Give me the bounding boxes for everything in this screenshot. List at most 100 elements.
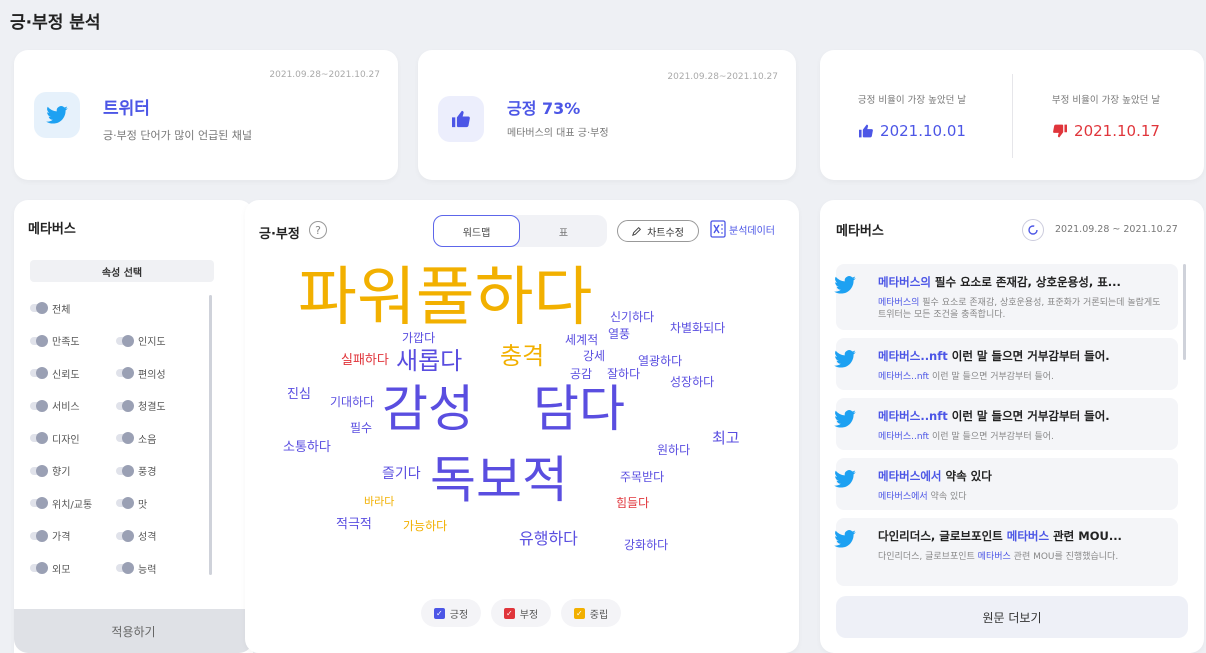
tweet-text: 다인리더스, 글로브포인트 메타버스 관련 MOU를 진행했습니다.	[878, 552, 1119, 562]
toggle-switch[interactable]	[30, 432, 48, 445]
excel-icon	[710, 220, 726, 238]
edit-chart-button[interactable]: 차트수정	[617, 220, 699, 242]
attr-toggle[interactable]: 만족도	[30, 333, 116, 348]
tweet-text: 메타버스..nft 이런 말 들으면 거부감부터 들어.	[878, 432, 1054, 442]
legend-neutral[interactable]: ✓ 중립	[561, 599, 621, 627]
toggle-switch[interactable]	[116, 399, 134, 412]
help-icon[interactable]: ?	[309, 221, 327, 239]
word[interactable]: 잘하다	[607, 368, 640, 380]
word[interactable]: 주목받다	[620, 471, 664, 483]
toggle-switch[interactable]	[30, 399, 48, 412]
attr-toggle[interactable]: 서비스	[30, 398, 116, 413]
toggle-switch[interactable]	[30, 562, 48, 575]
toggle-switch[interactable]	[116, 432, 134, 445]
attr-toggle[interactable]: 외모	[30, 561, 116, 576]
pencil-icon	[632, 226, 642, 236]
word[interactable]: 진심	[287, 388, 311, 401]
word[interactable]: 새롭다	[396, 349, 462, 373]
tweet-item[interactable]: 메타버스의 필수 요소로 존재감, 상호운용성, 표... 메타버스의 필수 요…	[834, 264, 1178, 330]
toggle-switch[interactable]	[116, 529, 134, 542]
positive-peak-label: 긍정 비율이 가장 높았던 날	[857, 95, 967, 106]
word[interactable]: 원하다	[657, 444, 690, 456]
word[interactable]: 기대하다	[330, 396, 374, 408]
toggle-switch[interactable]	[116, 562, 134, 575]
word[interactable]: 즐기다	[382, 467, 421, 481]
word[interactable]: 강세	[583, 350, 605, 362]
word[interactable]: 공감	[570, 368, 592, 380]
twitter-icon	[834, 276, 856, 298]
thumbs-up-icon	[859, 124, 873, 138]
export-data-button[interactable]: 분석데이터	[710, 220, 775, 238]
word[interactable]: 독보적	[430, 455, 568, 505]
legend-negative[interactable]: ✓ 부정	[491, 599, 551, 627]
word[interactable]: 실패하다	[341, 354, 389, 367]
word[interactable]: 신기하다	[610, 311, 654, 323]
word[interactable]: 감성	[382, 384, 474, 434]
attr-toggle[interactable]: 인지도	[116, 333, 202, 348]
toggle-switch[interactable]	[30, 334, 48, 347]
attr-toggle-all[interactable]: 전체	[30, 301, 116, 316]
word[interactable]: 차별화되다	[670, 322, 725, 334]
word[interactable]: 강화하다	[624, 539, 668, 551]
tab-wordmap[interactable]: 워드맵	[433, 215, 520, 247]
word[interactable]: 힘들다	[616, 497, 649, 509]
tweet-item[interactable]: 메타버스에서 약속 있다 메타버스에서 약속 있다	[834, 458, 1178, 510]
attr-toggle[interactable]: 소음	[116, 431, 202, 446]
tab-table[interactable]: 표	[520, 215, 607, 247]
checkbox-checked-icon: ✓	[433, 607, 445, 619]
tweet-item[interactable]: 다인리더스, 글로브포인트 메타버스 관련 MOU... 다인리더스, 글로브포…	[834, 518, 1178, 586]
attr-toggle[interactable]: 향기	[30, 463, 116, 478]
date-range: 2021.09.28~2021.10.27	[667, 72, 778, 82]
tweet-item[interactable]: 메타버스..nft 이런 말 들으면 거부감부터 들어. 메타버스..nft 이…	[834, 338, 1178, 390]
toggle-switch[interactable]	[116, 334, 134, 347]
source-title: 메타버스	[836, 224, 884, 239]
attr-toggle[interactable]: 위치/교통	[30, 496, 116, 511]
toggle-switch[interactable]	[30, 367, 48, 380]
toggle-switch[interactable]	[30, 302, 48, 315]
tweet-title: 다인리더스, 글로브포인트 메타버스 관련 MOU...	[878, 529, 1122, 543]
attribute-select-header: 속성 선택	[30, 260, 214, 282]
word[interactable]: 유행하다	[519, 531, 578, 547]
feed-scrollbar[interactable]	[1183, 264, 1186, 360]
tweet-item[interactable]: 메타버스..nft 이런 말 들으면 거부감부터 들어. 메타버스..nft 이…	[834, 398, 1178, 450]
attr-toggle[interactable]: 디자인	[30, 431, 116, 446]
checkbox-checked-icon: ✓	[573, 607, 585, 619]
word[interactable]: 필수	[350, 422, 372, 434]
attr-toggle[interactable]: 맛	[116, 496, 202, 511]
attr-toggle[interactable]: 신뢰도	[30, 366, 116, 381]
word[interactable]: 담다	[533, 384, 625, 434]
word[interactable]: 최고	[712, 431, 740, 446]
negative-peak-label: 부정 비율이 가장 높았던 날	[1051, 95, 1161, 106]
attribute-list: 전체 만족도 인지도 신뢰도 편의성 서비스 청결도 디자인 소음 향기 풍경 …	[30, 292, 205, 585]
word[interactable]: 파워풀하다	[298, 266, 592, 330]
toggle-switch[interactable]	[116, 464, 134, 477]
refresh-icon[interactable]	[1022, 219, 1044, 241]
word[interactable]: 가능하다	[403, 520, 447, 532]
word[interactable]: 가깝다	[402, 332, 435, 344]
word[interactable]: 충격	[500, 344, 544, 368]
attr-toggle[interactable]: 풍경	[116, 463, 202, 478]
page-title: 긍·부정 분석	[10, 13, 101, 33]
attr-toggle[interactable]: 능력	[116, 561, 202, 576]
word[interactable]: 열광하다	[638, 355, 682, 367]
toggle-switch[interactable]	[30, 497, 48, 510]
word[interactable]: 소통하다	[283, 441, 331, 454]
attribute-scrollbar[interactable]	[209, 295, 212, 575]
attr-toggle[interactable]: 편의성	[116, 366, 202, 381]
word[interactable]: 성장하다	[670, 376, 714, 388]
word[interactable]: 세계적	[565, 334, 598, 346]
negative-peak-date: 2021.10.17	[1074, 122, 1160, 140]
view-more-button[interactable]: 원문 더보기	[836, 596, 1188, 638]
legend-positive[interactable]: ✓ 긍정	[421, 599, 481, 627]
attr-toggle[interactable]: 가격	[30, 528, 116, 543]
apply-button[interactable]: 적용하기	[14, 609, 253, 653]
word[interactable]: 적극적	[336, 518, 372, 531]
attr-toggle[interactable]: 성격	[116, 528, 202, 543]
toggle-switch[interactable]	[30, 529, 48, 542]
word[interactable]: 열풍	[608, 328, 630, 340]
attr-toggle[interactable]: 청결도	[116, 398, 202, 413]
toggle-switch[interactable]	[116, 367, 134, 380]
word[interactable]: 바라다	[364, 496, 394, 507]
toggle-switch[interactable]	[116, 497, 134, 510]
toggle-switch[interactable]	[30, 464, 48, 477]
